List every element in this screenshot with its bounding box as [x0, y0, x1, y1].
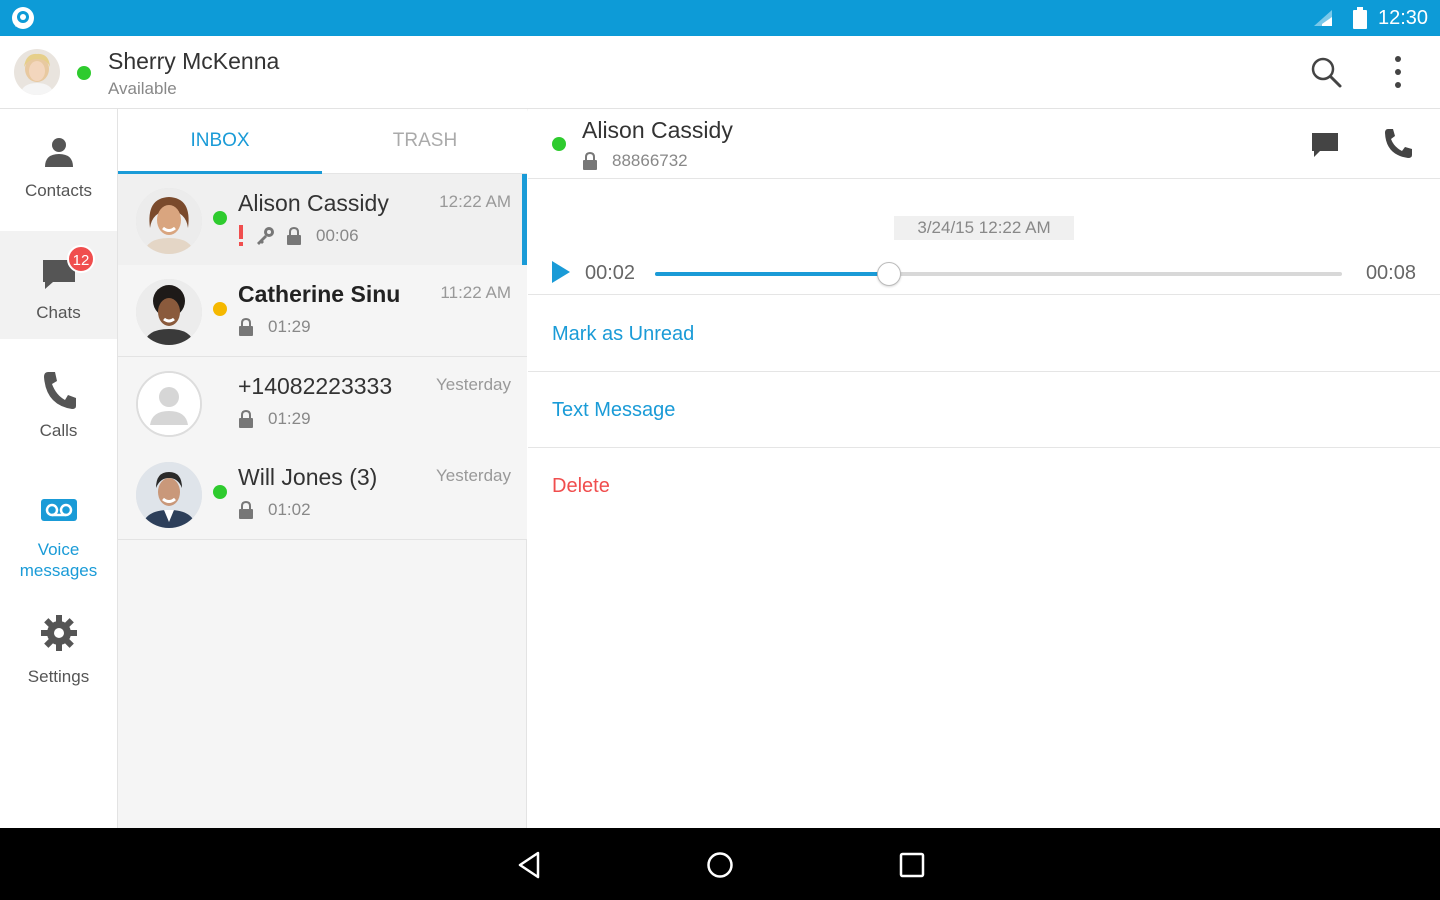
tab-bar: INBOX TRASH	[118, 109, 527, 174]
lock-icon	[239, 500, 253, 519]
system-navigation-bar	[0, 828, 1440, 900]
message-row-phone-number[interactable]: +14082223333 Yesterday 01:29	[118, 357, 527, 449]
search-button[interactable]	[1306, 52, 1346, 92]
signal-icon	[1314, 10, 1332, 26]
chats-unread-badge: 12	[67, 245, 95, 273]
key-icon	[257, 227, 274, 245]
slider-thumb[interactable]	[876, 262, 901, 286]
chat-button[interactable]	[1310, 129, 1340, 159]
delete-button[interactable]: Delete	[528, 448, 1440, 524]
tab-inbox[interactable]: INBOX	[118, 109, 322, 174]
back-icon[interactable]	[514, 850, 544, 880]
message-meta: 01:29	[238, 317, 311, 337]
text-message-button[interactable]: Text Message	[528, 372, 1440, 448]
contact-avatar	[136, 279, 202, 345]
play-button[interactable]	[550, 259, 572, 285]
message-duration: 01:29	[268, 317, 311, 336]
app-header: Sherry McKenna Available	[0, 36, 1440, 109]
selected-indicator	[522, 174, 527, 265]
lock-icon	[239, 317, 253, 336]
contact-avatar	[136, 462, 202, 528]
person-icon	[44, 138, 73, 167]
nav-contacts[interactable]: Contacts	[0, 109, 117, 229]
contact-name: Alison Cassidy	[238, 190, 389, 216]
message-row-will-jones[interactable]: Will Jones (3) Yesterday 01:02	[118, 448, 527, 540]
call-button[interactable]	[1382, 127, 1414, 159]
message-duration: 01:29	[268, 409, 311, 428]
contact-avatar	[136, 188, 202, 254]
message-meta: 01:02	[238, 500, 311, 520]
lock-icon	[239, 409, 253, 428]
user-avatar-image	[14, 49, 60, 95]
detail-contact-name: Alison Cassidy	[582, 117, 733, 143]
app-logo-icon	[12, 7, 34, 29]
nav-voice-messages[interactable]: Voice messages	[0, 481, 117, 591]
contact-name: Will Jones (3)	[238, 464, 378, 490]
message-meta: 00:06	[238, 225, 359, 246]
presence-indicator	[213, 302, 227, 316]
user-presence-indicator	[77, 66, 91, 80]
mark-as-unread-button[interactable]: Mark as Unread	[528, 296, 1440, 372]
presence-indicator	[213, 485, 227, 499]
side-navigation: Contacts 12 Chats Calls Voice messages S…	[0, 109, 118, 828]
presence-indicator	[213, 211, 227, 225]
nav-calls-label: Calls	[39, 421, 78, 440]
playback-progress	[655, 272, 889, 276]
clock: 12:30	[1378, 7, 1429, 29]
presence-indicator	[552, 137, 566, 151]
nav-calls[interactable]: Calls	[0, 351, 117, 461]
playback-slider[interactable]	[655, 262, 1342, 286]
nav-chats[interactable]: 12 Chats	[0, 231, 117, 339]
nav-voice-messages-label: Voice messages	[19, 540, 98, 580]
message-duration: 00:06	[316, 226, 359, 245]
urgent-icon	[239, 225, 243, 246]
voicemail-icon	[40, 499, 77, 521]
person-placeholder-icon	[138, 373, 200, 435]
message-time: 12:22 AM	[439, 192, 511, 211]
user-status[interactable]: Available	[108, 79, 177, 99]
home-icon[interactable]	[705, 850, 735, 880]
voice-message-list-pane: INBOX TRASH Alison Cassidy 12:22 AM 00:0…	[118, 109, 527, 828]
tab-trash[interactable]: TRASH	[323, 109, 527, 174]
contact-name: +14082223333	[238, 373, 393, 399]
nav-chats-label: Chats	[36, 303, 81, 322]
user-avatar[interactable]	[14, 49, 60, 95]
battery-icon	[1353, 7, 1367, 29]
message-row-alison-cassidy[interactable]: Alison Cassidy 12:22 AM 00:06	[118, 174, 527, 266]
phone-icon	[43, 372, 76, 409]
user-name: Sherry McKenna	[108, 48, 280, 74]
message-row-catherine-sinu[interactable]: Catherine Sinu 11:22 AM 01:29	[118, 265, 527, 357]
detail-number-text: 88866732	[612, 151, 688, 170]
message-detail-pane: Alison Cassidy 88866732 3/24/15 12:22 AM…	[528, 109, 1440, 828]
message-time: Yesterday	[436, 375, 511, 394]
more-options-button[interactable]	[1386, 52, 1410, 92]
lock-icon	[287, 226, 301, 245]
message-duration: 01:02	[268, 500, 311, 519]
lock-icon	[583, 151, 597, 170]
audio-player: 00:02 00:08	[528, 249, 1440, 295]
message-timestamp: 3/24/15 12:22 AM	[894, 216, 1074, 240]
message-time: 11:22 AM	[440, 283, 511, 302]
contact-name: Catherine Sinu	[238, 281, 401, 307]
recent-apps-icon[interactable]	[897, 850, 927, 880]
detail-contact-number: 88866732	[582, 151, 688, 171]
nav-settings[interactable]: Settings	[0, 603, 117, 713]
detail-header: Alison Cassidy 88866732	[528, 109, 1440, 179]
nav-settings-label: Settings	[27, 667, 90, 686]
message-time: Yesterday	[436, 466, 511, 485]
default-avatar	[136, 371, 202, 437]
status-bar: 12:30	[0, 0, 1440, 36]
nav-contacts-label: Contacts	[24, 181, 93, 200]
message-meta: 01:29	[238, 409, 311, 429]
total-duration: 00:08	[1365, 262, 1416, 284]
gear-icon	[40, 615, 77, 651]
current-time: 00:02	[585, 262, 636, 284]
